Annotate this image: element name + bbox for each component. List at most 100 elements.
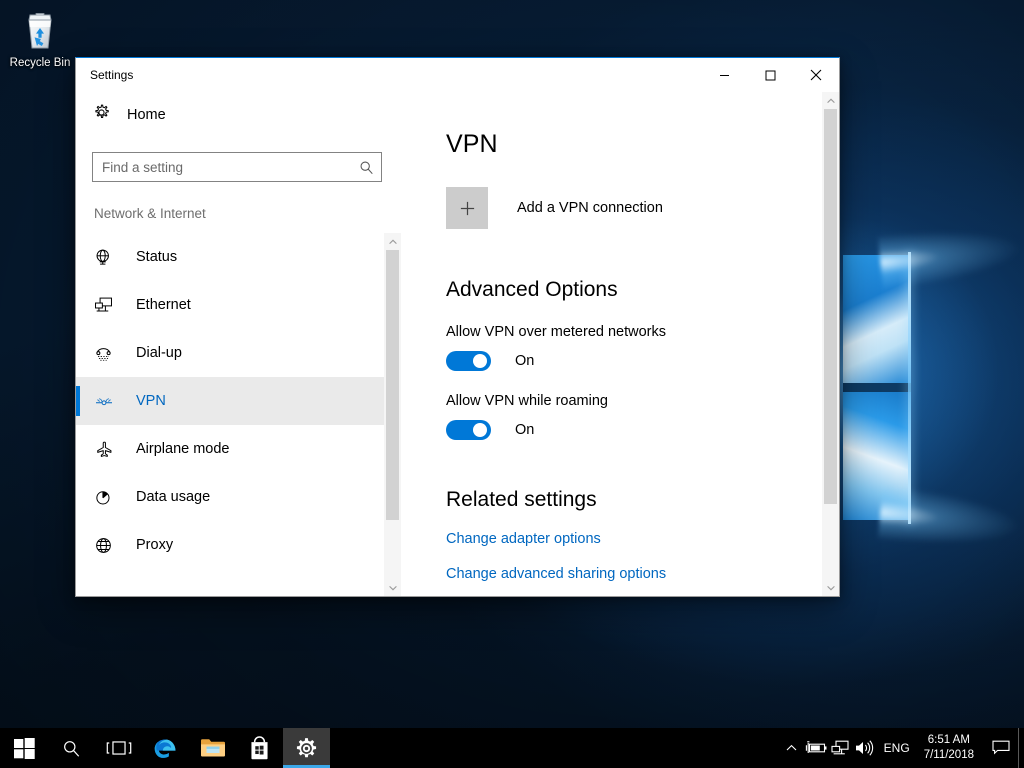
vpn-icon — [94, 392, 120, 411]
edge-button[interactable] — [142, 728, 189, 768]
toggle-knob — [473, 354, 487, 368]
sidebar-item-label: Ethernet — [136, 297, 191, 313]
sidebar-item-label: Proxy — [136, 537, 174, 553]
sidebar-item-label: Dial-up — [136, 345, 182, 361]
toggle-metered-networks[interactable] — [446, 351, 491, 371]
start-button[interactable] — [0, 728, 48, 768]
recycle-bin-label: Recycle Bin — [9, 57, 71, 69]
search-icon — [64, 740, 80, 757]
sidebar-item-status[interactable]: Status — [76, 233, 401, 281]
sidebar-item-ethernet[interactable]: Ethernet — [76, 281, 401, 329]
setting-metered-networks-row: On — [446, 351, 839, 371]
folder-icon — [200, 739, 225, 757]
search-button[interactable] — [48, 728, 95, 768]
system-tray: ENG 6:51 AM 7/11/2018 — [780, 728, 1024, 768]
gear-icon — [92, 103, 111, 127]
minimize-button[interactable] — [701, 58, 747, 92]
settings-window[interactable]: Settings Home Find a setting Network & I… — [75, 57, 840, 597]
sidebar-scrollbar[interactable] — [384, 233, 401, 596]
window-title: Settings — [90, 68, 134, 82]
store-bag-icon — [251, 736, 268, 760]
plus-icon — [446, 187, 488, 229]
close-button[interactable] — [793, 58, 839, 92]
sidebar-nav-list: Status Ethernet Dial-up VPN Airplane mode Dat… — [76, 233, 401, 569]
file-explorer-button[interactable] — [189, 728, 236, 768]
toggle-vpn-roaming-state: On — [515, 422, 535, 438]
tray-clock[interactable]: 6:51 AM 7/11/2018 — [918, 728, 984, 768]
window-body: Home Network & Internet — [76, 92, 839, 596]
microsoft-store-button[interactable] — [236, 728, 283, 768]
content-scrollbar-thumb[interactable] — [824, 109, 837, 504]
search-button[interactable] — [351, 153, 381, 181]
chevron-down-icon — [388, 585, 397, 590]
title-bar[interactable]: Settings — [76, 58, 839, 92]
task-view-button[interactable] — [95, 728, 142, 768]
sidebar-item-label: Data usage — [136, 489, 211, 505]
airplane-icon — [94, 440, 120, 459]
globe-icon — [94, 536, 120, 555]
sidebar-item-label: Status — [136, 249, 178, 265]
desktop[interactable]: Recycle Bin Settings Home Find a setting… — [0, 0, 1024, 768]
gear-icon — [296, 737, 317, 757]
sidebar-item-proxy[interactable]: Proxy — [76, 521, 401, 569]
setting-vpn-roaming-row: On — [446, 420, 839, 440]
sidebar-item-dial-up[interactable]: Dial-up — [76, 329, 401, 377]
tray-language-indicator[interactable]: ENG — [876, 728, 918, 768]
advanced-options-heading: Advanced Options — [446, 278, 618, 301]
maximize-icon — [765, 70, 775, 80]
sidebar-item-airplane-mode[interactable]: Airplane mode — [76, 425, 401, 473]
tray-volume-button[interactable] — [852, 728, 876, 768]
status-globe-icon — [94, 248, 120, 267]
show-desktop-button[interactable] — [1018, 728, 1024, 768]
add-vpn-connection-label: Add a VPN connection — [517, 200, 663, 216]
setting-metered-networks: Allow VPN over metered networks On — [446, 324, 839, 371]
chevron-up-icon — [826, 98, 835, 103]
tray-network-button[interactable] — [828, 728, 852, 768]
content-scroll-down-button[interactable] — [822, 579, 839, 596]
network-icon — [831, 740, 849, 755]
close-icon — [810, 69, 822, 81]
sidebar-category-label: Network & Internet — [94, 206, 206, 221]
sidebar-scrollbar-thumb[interactable] — [386, 250, 399, 520]
pie-chart-icon — [94, 488, 120, 507]
recycle-bin[interactable]: Recycle Bin — [4, 6, 76, 70]
content-scrollbar[interactable] — [822, 92, 839, 596]
battery-charging-icon — [805, 741, 827, 753]
recycle-bin-icon — [16, 6, 64, 54]
content-inner: VPN Add a VPN connection Advanced Option… — [401, 92, 839, 596]
sidebar-scroll-area: Status Ethernet Dial-up VPN Airplane mode Dat… — [76, 233, 401, 596]
search-box[interactable] — [92, 152, 382, 182]
advanced-settings-list: Allow VPN over metered networks On Allow… — [446, 324, 839, 440]
link-change-advanced-sharing-options[interactable]: Change advanced sharing options — [446, 566, 666, 582]
add-vpn-connection-button[interactable]: Add a VPN connection — [446, 187, 776, 229]
chevron-up-icon — [388, 239, 397, 244]
sidebar-scroll-down-button[interactable] — [384, 579, 401, 596]
page-title: VPN — [446, 130, 498, 158]
maximize-button[interactable] — [747, 58, 793, 92]
action-center-button[interactable] — [984, 728, 1018, 768]
sidebar-item-data-usage[interactable]: Data usage — [76, 473, 401, 521]
sidebar-item-vpn[interactable]: VPN — [76, 377, 401, 425]
setting-vpn-roaming: Allow VPN while roaming On — [446, 393, 839, 440]
toggle-vpn-roaming[interactable] — [446, 420, 491, 440]
speaker-icon — [855, 740, 873, 756]
sidebar: Home Network & Internet — [76, 92, 401, 596]
tray-overflow-button[interactable] — [780, 728, 804, 768]
content-scroll-up-button[interactable] — [822, 92, 839, 109]
minimize-icon — [719, 74, 729, 76]
tray-date: 7/11/2018 — [923, 749, 974, 761]
sidebar-scroll-up-button[interactable] — [384, 233, 401, 250]
tray-battery-button[interactable] — [804, 728, 828, 768]
search-input[interactable] — [93, 153, 351, 181]
settings-button[interactable] — [283, 728, 330, 768]
notification-icon — [992, 740, 1010, 755]
taskbar[interactable]: ENG 6:51 AM 7/11/2018 — [0, 728, 1024, 768]
sidebar-top: Home Network & Internet — [76, 92, 401, 221]
chevron-down-icon — [826, 585, 835, 590]
link-change-adapter-options[interactable]: Change adapter options — [446, 531, 601, 547]
toggle-metered-networks-state: On — [515, 353, 535, 369]
sidebar-item-home[interactable]: Home — [92, 98, 387, 132]
setting-metered-networks-label: Allow VPN over metered networks — [446, 324, 666, 340]
sidebar-item-label: Airplane mode — [136, 441, 230, 457]
taskbar-empty-area[interactable] — [330, 728, 780, 768]
